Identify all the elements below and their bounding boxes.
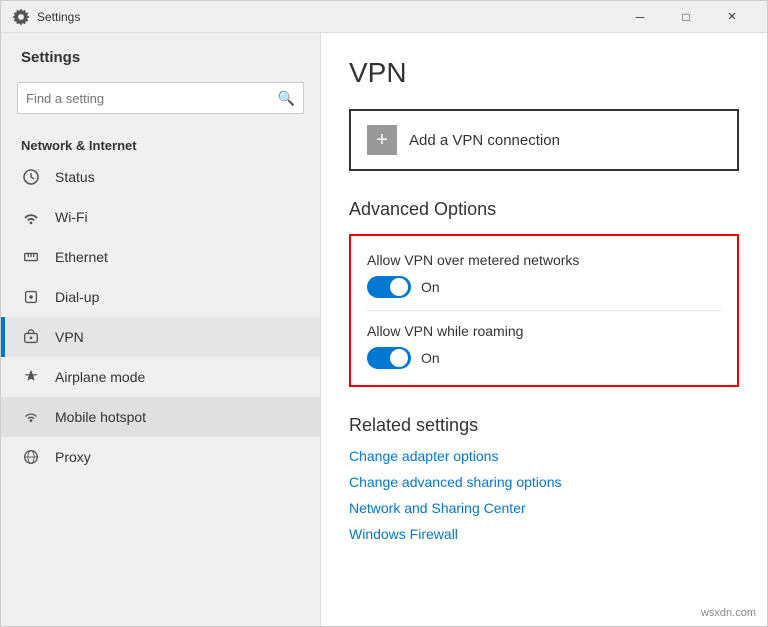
sidebar-item-airplane-label: Airplane mode [55,369,145,385]
watermark: wsxdn.com [698,606,759,620]
main-content: Settings 🔍 Network & Internet Status [1,33,767,626]
option2-toggle[interactable] [367,347,411,369]
sidebar-item-hotspot-label: Mobile hotspot [55,409,146,425]
sidebar-item-ethernet-label: Ethernet [55,249,108,265]
wifi-icon [21,207,41,227]
option1-toggle-text: On [421,279,440,295]
related-link-0[interactable]: Change adapter options [349,448,739,464]
option2-label: Allow VPN while roaming [367,323,721,339]
sidebar-item-wifi-label: Wi-Fi [55,209,88,225]
option2-toggle-row: On [367,347,721,369]
minimize-button[interactable] [617,1,663,33]
option2-toggle-text: On [421,350,440,366]
proxy-icon [21,447,41,467]
related-link-2[interactable]: Network and Sharing Center [349,500,739,516]
sidebar-item-airplane[interactable]: Airplane mode [1,357,320,397]
related-link-1[interactable]: Change advanced sharing options [349,474,739,490]
option1-toggle[interactable] [367,276,411,298]
related-settings-title: Related settings [349,415,739,436]
search-box[interactable]: 🔍 [17,82,304,114]
advanced-options-box: Allow VPN over metered networks On Allow… [349,234,739,387]
sidebar-item-status[interactable]: Status [1,157,320,197]
option2-toggle-knob [390,349,408,367]
sidebar: Settings 🔍 Network & Internet Status [1,33,321,626]
option2-group: Allow VPN while roaming On [367,323,721,369]
maximize-button[interactable] [663,1,709,33]
plus-icon: + [367,125,397,155]
title-bar: Settings [1,1,767,33]
hotspot-icon [21,407,41,427]
sidebar-item-dialup-label: Dial-up [55,289,99,305]
sidebar-item-proxy[interactable]: Proxy [1,437,320,477]
title-bar-left: Settings [13,9,80,25]
sidebar-item-vpn[interactable]: VPN [1,317,320,357]
sidebar-item-status-label: Status [55,169,95,185]
advanced-options-title: Advanced Options [349,199,739,220]
sidebar-item-proxy-label: Proxy [55,449,91,465]
section-label: Network & Internet [1,130,320,157]
sidebar-item-wifi[interactable]: Wi-Fi [1,197,320,237]
search-input[interactable] [26,91,278,106]
page-title: VPN [349,57,739,89]
sidebar-item-ethernet[interactable]: Ethernet [1,237,320,277]
title-bar-controls [617,1,755,33]
main-panel: VPN + Add a VPN connection Advanced Opti… [321,33,767,626]
option1-group: Allow VPN over metered networks On [367,252,721,311]
add-vpn-button[interactable]: + Add a VPN connection [349,109,739,171]
option1-toggle-knob [390,278,408,296]
sidebar-item-vpn-label: VPN [55,329,84,345]
settings-icon [13,9,29,25]
search-icon: 🔍 [278,90,295,107]
airplane-icon [21,367,41,387]
window-title: Settings [37,10,80,24]
close-button[interactable] [709,1,755,33]
option1-toggle-row: On [367,276,721,298]
related-link-3[interactable]: Windows Firewall [349,526,739,542]
dialup-icon [21,287,41,307]
sidebar-header: Settings [1,33,320,74]
ethernet-icon [21,247,41,267]
settings-window: Settings Settings 🔍 Network & Internet [0,0,768,627]
add-vpn-label: Add a VPN connection [409,132,560,149]
sidebar-item-hotspot[interactable]: Mobile hotspot [1,397,320,437]
status-icon [21,167,41,187]
vpn-icon [21,327,41,347]
option1-label: Allow VPN over metered networks [367,252,721,268]
sidebar-item-dialup[interactable]: Dial-up [1,277,320,317]
